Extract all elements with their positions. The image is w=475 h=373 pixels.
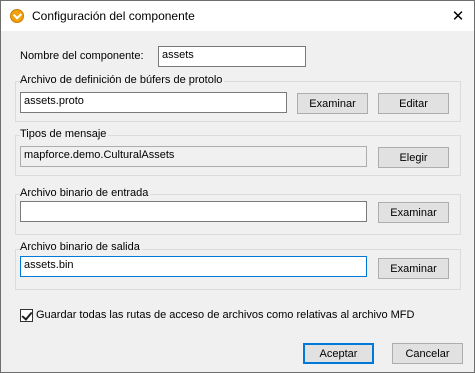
component-name-label: Nombre del componente:: [20, 50, 144, 62]
proto-file-label: Archivo de definición de búfers de proto…: [20, 74, 225, 86]
window-title: Configuración del componente: [32, 9, 195, 23]
input-binary-label: Archivo binario de entrada: [20, 187, 151, 199]
input-binary-field[interactable]: [20, 201, 367, 222]
choose-message-button[interactable]: Elegir: [378, 147, 449, 168]
dialog-content: Nombre del componente: assets Archivo de…: [1, 31, 474, 372]
message-type-field: mapforce.demo.CulturalAssets: [20, 146, 367, 167]
close-icon[interactable]: ✕: [442, 1, 474, 31]
component-name-field[interactable]: assets: [158, 46, 306, 67]
input-browse-button[interactable]: Examinar: [378, 202, 449, 223]
proto-file-field[interactable]: assets.proto: [20, 92, 287, 113]
output-browse-button[interactable]: Examinar: [378, 258, 449, 279]
component-settings-dialog: Configuración del componente ✕ Nombre de…: [0, 0, 475, 373]
cancel-button[interactable]: Cancelar: [392, 343, 463, 364]
ok-button[interactable]: Aceptar: [303, 343, 374, 364]
output-binary-label: Archivo binario de salida: [20, 241, 142, 253]
relative-paths-label: Guardar todas las rutas de acceso de arc…: [36, 309, 415, 321]
title-bar: Configuración del componente ✕: [1, 1, 474, 31]
relative-paths-checkbox[interactable]: [20, 309, 33, 322]
proto-edit-button[interactable]: Editar: [378, 93, 449, 114]
app-icon: [10, 9, 24, 23]
proto-browse-button[interactable]: Examinar: [297, 93, 368, 114]
output-binary-field[interactable]: assets.bin: [20, 256, 367, 277]
message-type-label: Tipos de mensaje: [20, 128, 109, 140]
